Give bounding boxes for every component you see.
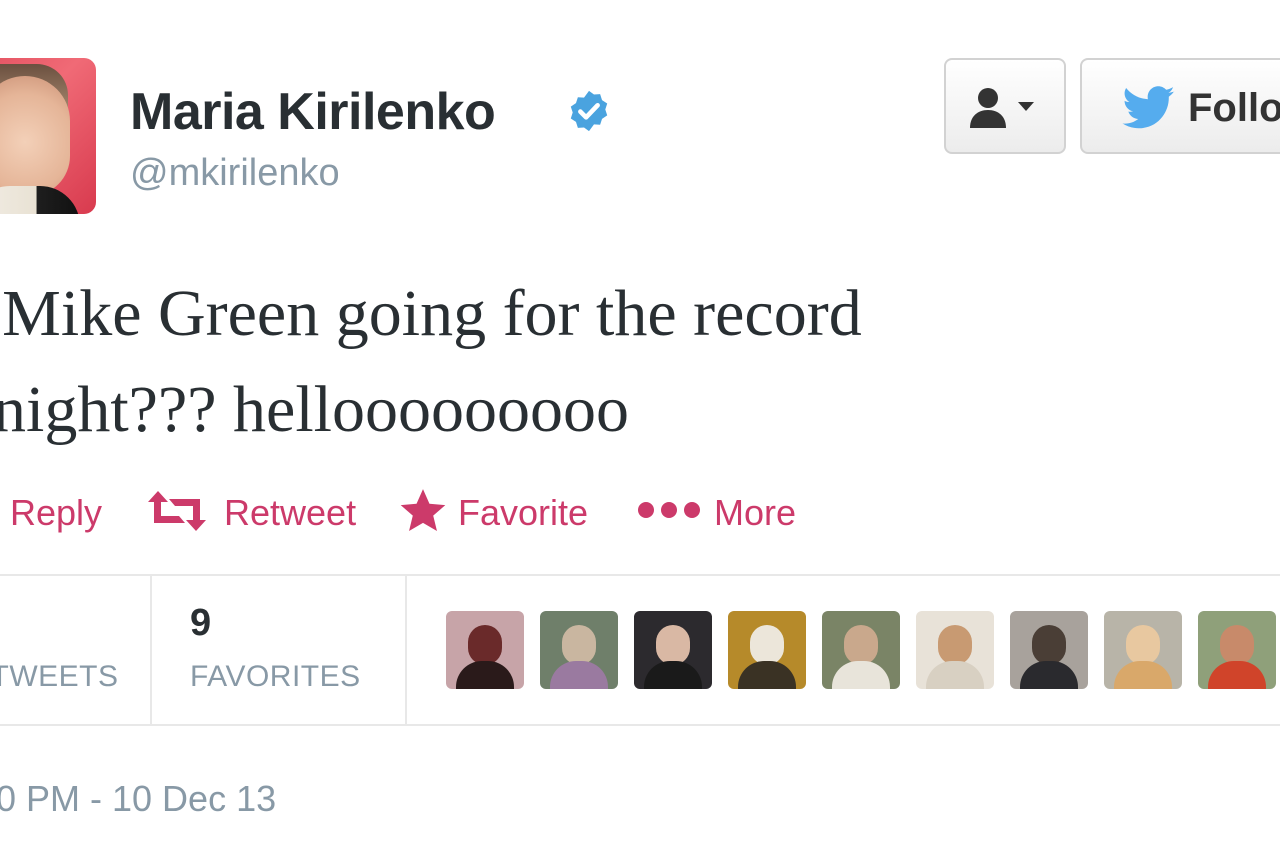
- follow-button[interactable]: Follo: [1080, 58, 1280, 154]
- avatar-shoulder: [0, 186, 80, 214]
- tweet-text-line-2: onight??? hellooooooooo: [0, 373, 630, 446]
- user-actions-button[interactable]: [944, 58, 1066, 154]
- star-icon: [400, 489, 446, 531]
- favorites-count[interactable]: 9: [190, 602, 211, 645]
- favoriter-avatar-5[interactable]: [822, 611, 900, 689]
- tweet-text: s Mike Green going for the record onight…: [0, 266, 1180, 458]
- stats-divider-vertical: [150, 576, 152, 724]
- favorite-button[interactable]: Favorite: [396, 482, 616, 542]
- reply-label: Reply: [10, 492, 103, 533]
- favoriter-avatar-7[interactable]: [1010, 611, 1088, 689]
- retweet-icon: [148, 491, 206, 531]
- favoriter-avatar-3[interactable]: [634, 611, 712, 689]
- tweet-timestamp[interactable]: 0 PM - 10 Dec 13: [0, 778, 276, 820]
- favoriter-avatar-9[interactable]: [1198, 611, 1276, 689]
- favorite-label: Favorite: [458, 492, 589, 533]
- avatar-face: [0, 76, 70, 196]
- favorites-stat-label[interactable]: FAVORITES: [190, 660, 361, 694]
- favoriter-avatar-2[interactable]: [540, 611, 618, 689]
- more-dots-icon: [638, 502, 700, 518]
- reply-button[interactable]: Reply: [0, 482, 120, 542]
- favoriter-avatar-8[interactable]: [1104, 611, 1182, 689]
- profile-name[interactable]: Maria Kirilenko: [130, 82, 496, 142]
- favoriter-avatar-4[interactable]: [728, 611, 806, 689]
- user-dropdown-icon: [970, 88, 1034, 128]
- more-label: More: [714, 492, 797, 533]
- follow-button-label: Follo: [1188, 86, 1280, 130]
- favoriter-avatar-1[interactable]: [446, 611, 524, 689]
- retweet-label: Retweet: [224, 492, 357, 533]
- stats-divider-top: [0, 574, 1280, 576]
- twitter-bird-icon: [1122, 86, 1175, 129]
- stats-divider-bottom: [0, 724, 1280, 726]
- tweet-text-line-1: s Mike Green going for the record: [0, 277, 862, 350]
- profile-avatar[interactable]: [0, 58, 96, 214]
- retweet-button[interactable]: Retweet: [142, 482, 372, 542]
- stats-divider-vertical: [405, 576, 407, 724]
- verified-badge-icon: [570, 90, 608, 132]
- retweets-stat-label[interactable]: ETWEETS: [0, 660, 119, 694]
- profile-handle[interactable]: @mkirilenko: [130, 152, 340, 195]
- favoriter-avatar-6[interactable]: [916, 611, 994, 689]
- more-button[interactable]: More: [636, 482, 816, 542]
